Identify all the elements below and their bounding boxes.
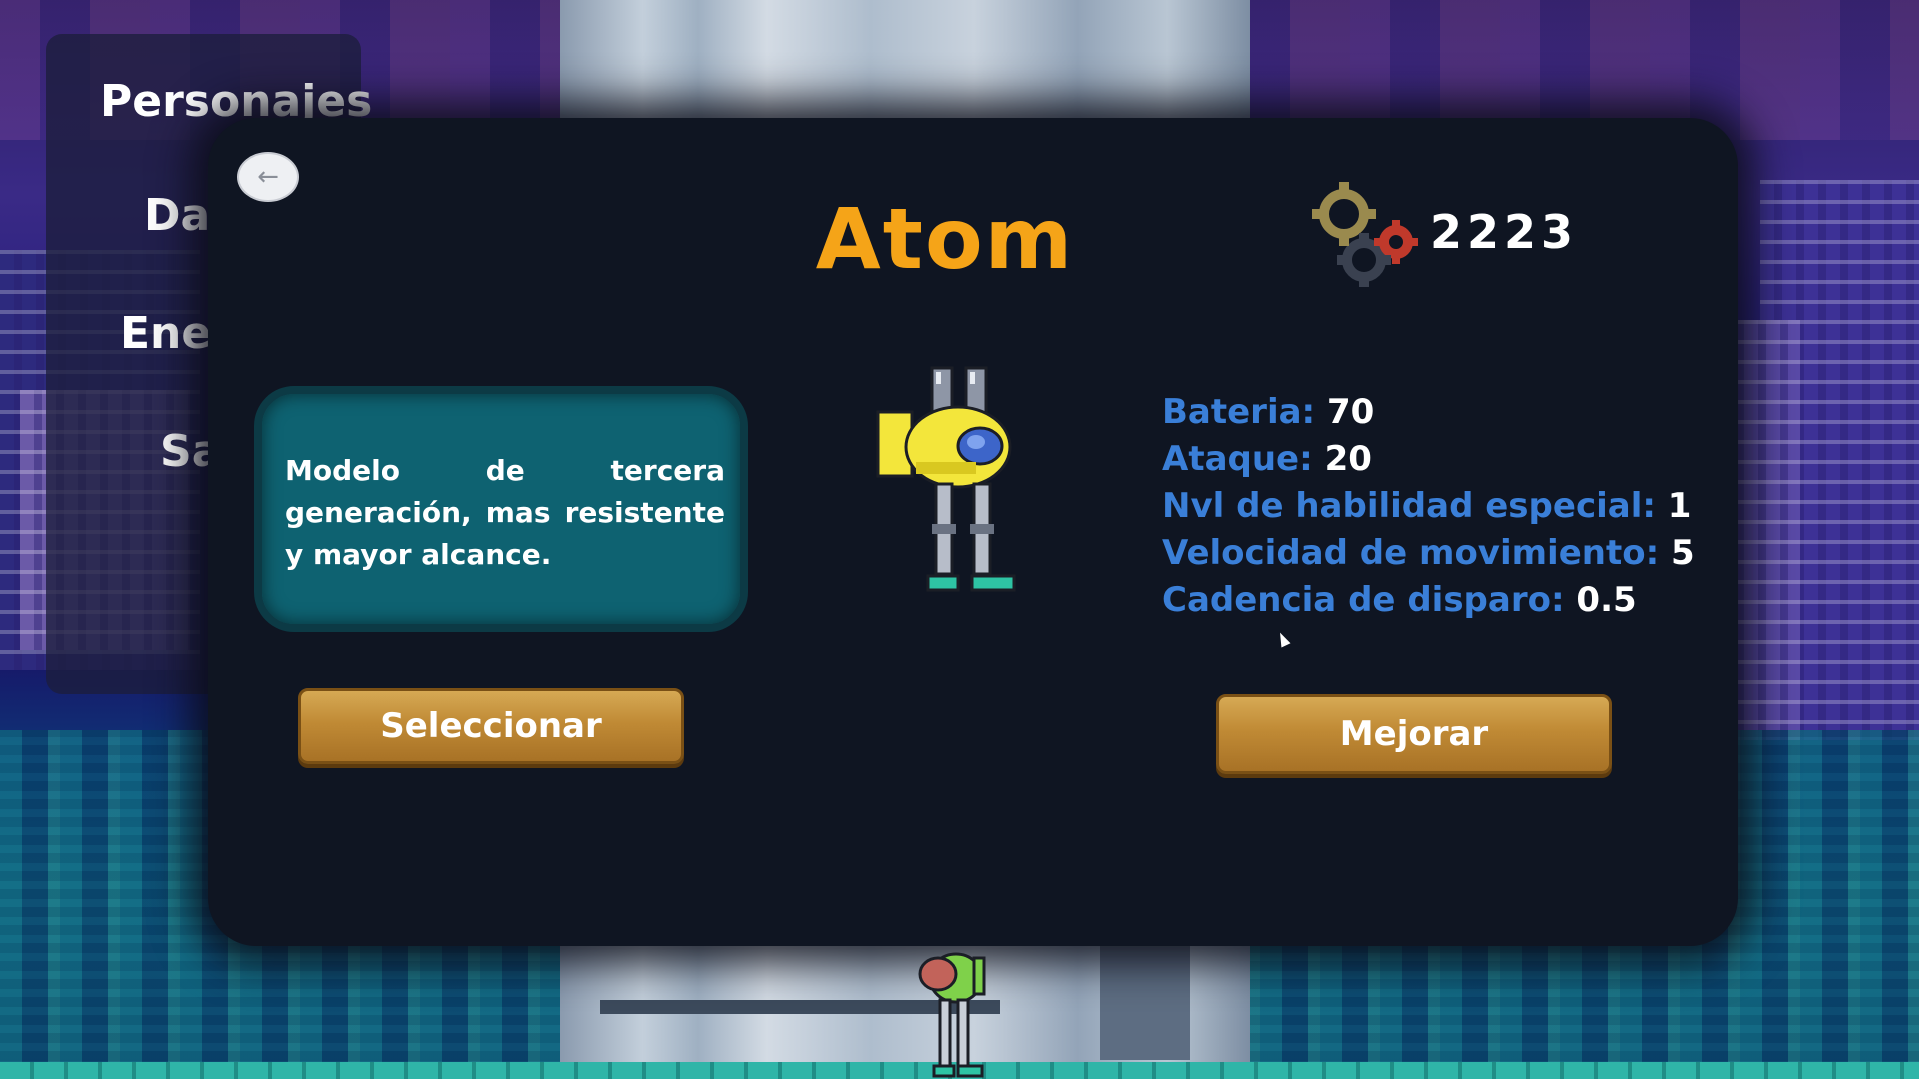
select-button[interactable]: Seleccionar: [298, 688, 684, 764]
atom-robot-sprite: [876, 366, 1016, 592]
stat-label: Velocidad de movimiento:: [1162, 533, 1660, 573]
upgrade-button[interactable]: Mejorar: [1216, 694, 1612, 774]
stat-label: Bateria:: [1162, 392, 1316, 432]
stat-cadencia: Cadencia de disparo: 0.5: [1162, 580, 1695, 627]
stat-label: Cadencia de disparo:: [1162, 580, 1565, 620]
currency-value: 2223: [1430, 205, 1579, 259]
stat-velocidad: Velocidad de movimiento: 5: [1162, 533, 1695, 580]
stat-bateria: Bateria: 70: [1162, 392, 1695, 439]
stat-ataque: Ataque: 20: [1162, 439, 1695, 486]
stat-value: 20: [1324, 439, 1372, 479]
stat-value: 5: [1671, 533, 1695, 573]
stat-value: 0.5: [1576, 580, 1637, 620]
stat-value: 1: [1667, 486, 1692, 526]
player-character-sprite: [918, 952, 986, 1078]
back-button[interactable]: ←: [237, 152, 299, 202]
stat-habilidad-especial: Nvl de habilidad especial: 1: [1162, 486, 1695, 533]
tower-doorway: [1100, 940, 1190, 1060]
character-description: Modelo de tercera generación, mas resist…: [285, 454, 725, 571]
arrow-left-icon: ←: [257, 162, 279, 192]
stat-label: Ataque:: [1162, 439, 1313, 479]
game-scene: Personajes Dañ Enem Sa ← Atom 2223 Model…: [0, 0, 1919, 1079]
stat-value: 70: [1326, 392, 1375, 432]
character-name: Atom: [815, 190, 1075, 288]
gears-icon: [1312, 182, 1418, 287]
stats-list: Bateria: 70 Ataque: 20 Nvl de habilidad …: [1162, 392, 1695, 627]
stat-label: Nvl de habilidad especial:: [1162, 486, 1656, 526]
